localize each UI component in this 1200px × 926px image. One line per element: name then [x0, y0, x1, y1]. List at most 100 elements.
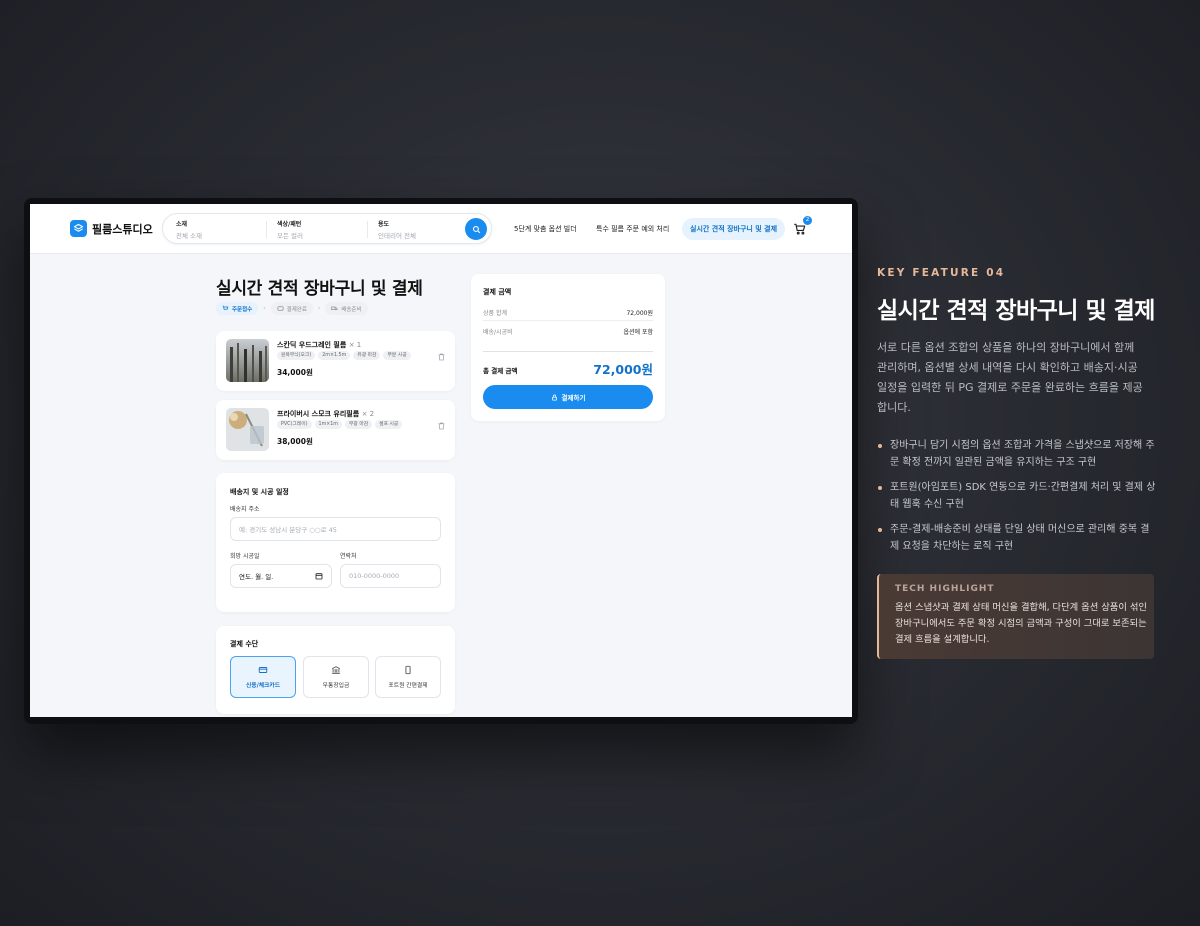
search-divider	[266, 221, 267, 238]
cart-item: 프라이버시 스모크 유리필름 × 2 PVC(그레이) 1m×1m 무광 마감 …	[216, 400, 455, 460]
option-tag: 부분 시공	[383, 351, 411, 360]
option-tag: 2m×1.5m	[318, 351, 351, 360]
item-options: PVC(그레이) 1m×1m 무광 마감 셀프 시공	[277, 420, 403, 429]
address-label: 배송지 주소	[230, 506, 260, 513]
chevron-right-icon: ›	[317, 305, 321, 312]
cart-count-badge: 2	[803, 216, 812, 225]
option-tag: 무광 마감	[344, 420, 373, 429]
search-material-value: 전체 소재	[176, 232, 202, 240]
summary-row-shipping: 배송/시공비 옵션에 포함	[483, 327, 653, 336]
payment-method-card: 결제 수단 신용/체크카드 무통장입금 포트원 간편결제	[216, 626, 455, 714]
phone-label: 연락처	[340, 553, 357, 560]
address-input[interactable]: 예: 경기도 성남시 분당구 ○○로 45	[230, 517, 441, 541]
summary-label: 배송/시공비	[483, 329, 513, 336]
cart-item: 스칸딕 우드그레인 필름 × 1 원목무늬(오크) 2m×1.5m 유광 마감 …	[216, 331, 455, 391]
total-value: 72,000원	[593, 362, 653, 377]
payment-option-card[interactable]: 신용/체크카드	[230, 656, 296, 698]
calendar-icon[interactable]	[315, 572, 323, 580]
feature-bullet: 포트원(아임포트) SDK 연동으로 카드·간편결제 처리 및 결제 상태 웹훅…	[877, 480, 1157, 513]
item-name: 스칸딕 우드그레인 필름 × 1	[277, 341, 362, 349]
option-tag: 1m×1m	[314, 420, 342, 429]
device-frame: 필름스튜디오 소재 전체 소재 색상/패턴 모든 컬러 용도 인테리어 전체 5…	[24, 198, 858, 724]
summary-title: 결제 금액	[483, 288, 512, 296]
search-material-label: 소재	[176, 221, 188, 228]
card-icon	[277, 306, 284, 311]
pay-button[interactable]: 결제하기	[483, 385, 653, 409]
option-tag: 셀프 시공	[375, 420, 403, 429]
summary-label: 상품 합계	[483, 310, 507, 317]
total-label: 총 결제 금액	[483, 367, 518, 375]
item-quantity: × 1	[348, 341, 362, 349]
item-options: 원목무늬(오크) 2m×1.5m 유광 마감 부분 시공	[277, 351, 411, 360]
logo[interactable]: 필름스튜디오	[70, 220, 153, 237]
date-label: 희망 시공일	[230, 553, 260, 560]
payment-option-easypay[interactable]: 포트원 간편결제	[375, 656, 441, 698]
step-label: 배송준비	[341, 306, 362, 313]
item-price: 38,000원	[277, 437, 313, 446]
option-tag: 원목무늬(오크)	[277, 351, 316, 360]
search-divider	[367, 221, 368, 238]
nav-option-builder[interactable]: 5단계 맞춤 옵션 빌더	[514, 218, 577, 240]
payment-option-bank[interactable]: 무통장입금	[303, 656, 369, 698]
feature-bullet: 장바구니 담기 시점의 옵션 조합과 가격을 스냅샷으로 저장해 주문 확정 전…	[877, 438, 1157, 471]
payment-summary-card: 결제 금액 상품 합계 72,000원 배송/시공비 옵션에 포함 총 결제 금…	[471, 274, 665, 421]
logo-icon	[70, 220, 87, 237]
payment-option-label: 신용/체크카드	[245, 683, 281, 689]
truck-icon	[331, 306, 338, 311]
trash-icon[interactable]	[437, 352, 446, 362]
cart-icon	[222, 305, 229, 310]
step-payment-complete: 결제완료	[270, 302, 313, 315]
tech-highlight-body: 옵션 스냅샷과 결제 상태 머신을 결합해, 다단계 옵션 상품이 섞인 장바구…	[895, 602, 1147, 645]
divider	[483, 320, 653, 321]
search-color[interactable]: 색상/패턴 모든 컬러	[277, 219, 303, 240]
lock-icon	[551, 394, 557, 401]
app-header: 필름스튜디오 소재 전체 소재 색상/패턴 모든 컬러 용도 인테리어 전체 5…	[30, 204, 852, 254]
credit-card-icon	[258, 667, 268, 673]
feature-description: 서로 다른 옵션 조합의 상품을 하나의 장바구니에서 함께 관리하며, 옵션별…	[877, 341, 1143, 414]
mobile-icon	[405, 665, 411, 675]
order-steps: 주문접수 › 결제완료 › 배송준비	[216, 302, 368, 315]
summary-value: 옵션에 포함	[623, 329, 653, 336]
search-usage[interactable]: 용도 인테리어 전체	[378, 219, 416, 240]
item-quantity: × 2	[361, 410, 375, 418]
item-name: 프라이버시 스모크 유리필름 × 2	[277, 410, 375, 418]
trash-icon[interactable]	[437, 421, 446, 431]
search-usage-label: 용도	[378, 221, 390, 228]
app-screen: 필름스튜디오 소재 전체 소재 색상/패턴 모든 컬러 용도 인테리어 전체 5…	[30, 204, 852, 717]
tech-highlight-title: TECH HIGHLIGHT	[895, 584, 995, 594]
payment-title: 결제 수단	[230, 640, 259, 648]
summary-row-subtotal: 상품 합계 72,000원	[483, 308, 653, 317]
feature-eyebrow: KEY FEATURE 04	[877, 267, 1006, 279]
search-icon	[472, 225, 480, 233]
date-value: 연도. 월. 일.	[239, 573, 274, 581]
shipping-title: 배송지 및 시공 일정	[230, 488, 289, 496]
step-label: 결제완료	[286, 306, 307, 313]
shipping-card: 배송지 및 시공 일정 배송지 주소 예: 경기도 성남시 분당구 ○○로 45…	[216, 473, 455, 612]
logo-text: 필름스튜디오	[92, 222, 153, 236]
product-thumbnail-wood	[226, 339, 269, 382]
item-price: 34,000원	[277, 368, 313, 377]
summary-value: 72,000원	[626, 310, 653, 317]
search-color-label: 색상/패턴	[277, 221, 302, 228]
pay-button-label: 결제하기	[561, 394, 586, 402]
phone-input[interactable]: 010-0000-0000	[340, 564, 441, 588]
date-input[interactable]: 연도. 월. 일.	[230, 564, 332, 588]
search-button[interactable]	[465, 218, 487, 240]
option-tag: PVC(그레이)	[277, 420, 312, 429]
step-label: 주문접수	[232, 306, 253, 313]
search-usage-value: 인테리어 전체	[378, 232, 416, 240]
payment-option-label: 포트원 간편결제	[388, 683, 428, 689]
bank-icon	[332, 666, 340, 674]
nav-cart-checkout[interactable]: 실시간 견적 장바구니 및 결제	[682, 218, 786, 240]
step-shipping-ready: 배송준비	[325, 302, 368, 315]
search-color-value: 모든 컬러	[277, 232, 303, 240]
option-tag: 유광 마감	[353, 351, 381, 360]
feature-bullets: 장바구니 담기 시점의 옵션 조합과 가격을 스냅샷으로 저장해 주문 확정 전…	[877, 438, 1157, 564]
step-order-received: 주문접수	[216, 302, 259, 315]
feature-title: 실시간 견적 장바구니 및 결제	[877, 298, 1155, 324]
search-material[interactable]: 소재 전체 소재	[176, 219, 202, 240]
payment-option-label: 무통장입금	[322, 683, 350, 689]
chevron-right-icon: ›	[263, 305, 266, 312]
product-thumbnail-glass	[226, 408, 269, 451]
nav-special-order[interactable]: 특수 필름 주문 예외 처리	[596, 218, 669, 240]
